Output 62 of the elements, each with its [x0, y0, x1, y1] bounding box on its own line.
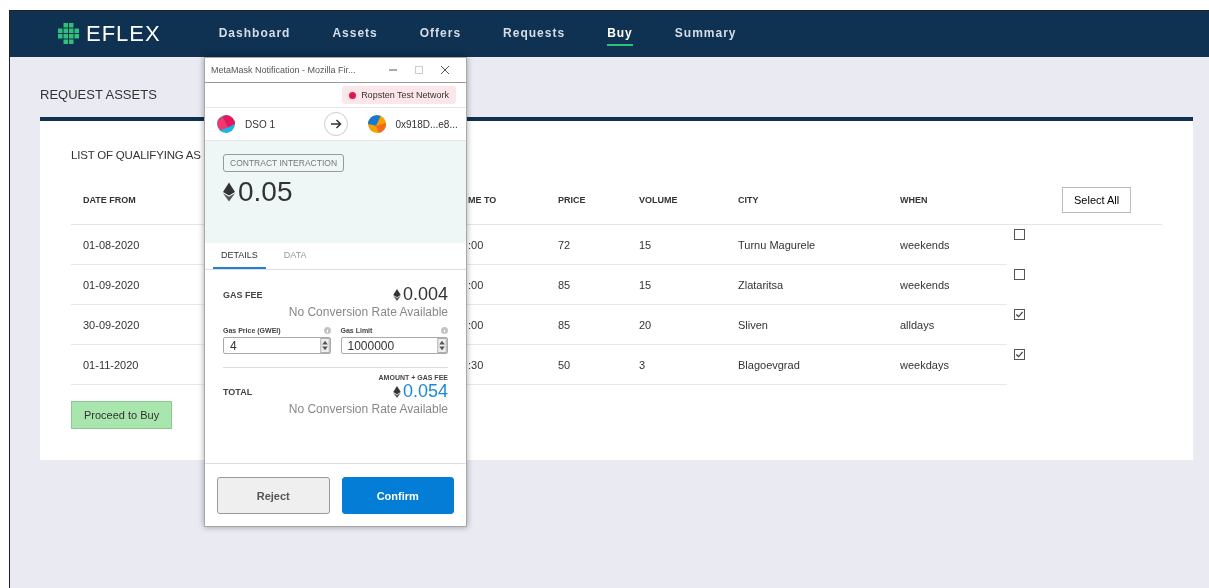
spinner-icon[interactable]: [437, 338, 447, 353]
ethereum-icon: [392, 288, 401, 301]
nav-item[interactable]: Assets: [332, 22, 378, 46]
gas-fee-value: 0.004: [402, 284, 448, 305]
reject-button[interactable]: Reject: [217, 477, 330, 514]
logo-text: EFLEX: [86, 21, 161, 47]
city-cell: Turnu Magurele: [726, 225, 888, 265]
close-icon[interactable]: [440, 65, 450, 75]
card-title: LIST OF QUALIFYING AS: [71, 149, 201, 161]
price-cell: 50: [546, 345, 627, 385]
ethereum-icon: [392, 385, 401, 398]
column-header: PRICE: [546, 175, 627, 225]
select-all-button[interactable]: Select All: [1062, 186, 1132, 213]
when-cell: weekends: [888, 265, 1007, 305]
column-header: WHEN: [888, 175, 1007, 225]
volume-cell: 20: [627, 305, 726, 345]
when-cell: weekends: [888, 225, 1007, 265]
avatar-icon: [367, 115, 386, 133]
checkbox[interactable]: [1014, 349, 1025, 360]
amount-value: 0.05: [238, 176, 293, 208]
when-cell: alldays: [888, 305, 1007, 345]
checkbox[interactable]: [1014, 269, 1025, 280]
confirm-button[interactable]: Confirm: [341, 477, 454, 514]
city-cell: Sliven: [726, 305, 888, 345]
volume-cell: 15: [627, 225, 726, 265]
nav-item[interactable]: Offers: [419, 22, 462, 46]
when-cell: weekdays: [888, 345, 1007, 385]
info-icon: [323, 327, 331, 334]
info-icon: [441, 327, 448, 334]
page-title: REQUEST ASSETS: [40, 87, 157, 102]
conversion-note: No Conversion Rate Available: [288, 305, 448, 319]
window-title: MetaMask Notification - Mozilla Fir...: [211, 65, 357, 75]
ethereum-icon: [223, 182, 235, 202]
conversion-note: No Conversion Rate Available: [288, 402, 448, 416]
recipient-address: 0x918D...e8...: [395, 118, 458, 130]
nav-item[interactable]: Summary: [674, 22, 737, 46]
city-cell: Zlataritsa: [726, 265, 888, 305]
price-cell: 85: [546, 265, 627, 305]
avatar-icon: [217, 115, 235, 133]
tab[interactable]: DETAILS: [213, 243, 266, 269]
price-cell: 72: [546, 225, 627, 265]
city-cell: Blagoevgrad: [726, 345, 888, 385]
nav-item[interactable]: Buy: [607, 22, 633, 46]
column-header: CITY: [726, 175, 888, 225]
checkbox[interactable]: [1014, 229, 1025, 240]
nav-item[interactable]: Dashboard: [218, 22, 291, 46]
account-name: DSO 1: [245, 118, 275, 130]
spinner-icon[interactable]: [319, 338, 330, 353]
column-header: VOLUME: [627, 175, 726, 225]
volume-cell: 15: [627, 265, 726, 305]
gas-limit-field[interactable]: 1000000: [340, 337, 448, 354]
checkbox[interactable]: [1014, 309, 1025, 320]
proceed-button[interactable]: Proceed to Buy: [71, 401, 173, 429]
network-badge[interactable]: Ropsten Test Network: [342, 86, 456, 104]
logo-icon: [58, 23, 80, 45]
gas-fee-label: GAS FEE: [223, 289, 263, 300]
transaction-type-badge: CONTRACT INTERACTION: [223, 154, 345, 172]
volume-cell: 3: [627, 345, 726, 385]
nav-item[interactable]: Requests: [503, 22, 566, 46]
gas-price-field[interactable]: 4: [223, 337, 331, 354]
total-label: TOTAL: [223, 386, 253, 397]
price-cell: 85: [546, 305, 627, 345]
